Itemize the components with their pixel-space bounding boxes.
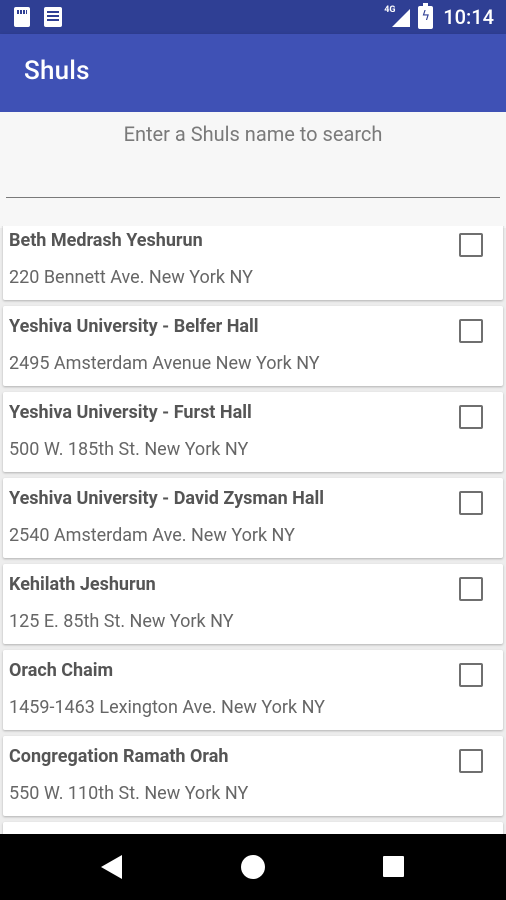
favorite-checkbox[interactable] — [459, 233, 483, 257]
favorite-checkbox[interactable] — [459, 577, 483, 601]
shul-address: 1459-1463 Lexington Ave. New York NY — [9, 697, 325, 718]
list-item[interactable]: Orach Chaim 1459-1463 Lexington Ave. New… — [3, 650, 503, 730]
shul-list[interactable]: Beth Medrash Yeshurun 220 Bennett Ave. N… — [0, 226, 506, 834]
favorite-checkbox[interactable] — [459, 749, 483, 773]
app-bar: Shuls — [0, 34, 506, 112]
shul-address: 2495 Amsterdam Avenue New York NY — [9, 353, 320, 374]
favorite-checkbox[interactable] — [459, 319, 483, 343]
battery-icon — [418, 2, 434, 29]
shul-address: 220 Bennett Ave. New York NY — [9, 267, 253, 288]
list-item[interactable]: Kehilath Jeshurun 125 E. 85th St. New Yo… — [3, 564, 503, 644]
shul-name: Yeshiva University - Furst Hall — [9, 402, 252, 423]
list-item[interactable]: Beth Medrash Yeshurun 220 Bennett Ave. N… — [3, 226, 503, 300]
page-title: Shuls — [24, 56, 90, 86]
shul-name: Orach Chaim — [9, 660, 114, 681]
list-item[interactable]: Yeshiva University - David Zysman Hall 2… — [3, 478, 503, 558]
shul-name: Congregation Ramath Orah — [9, 746, 229, 767]
list-item[interactable]: Yeshiva University - Belfer Hall 2495 Am… — [3, 306, 503, 386]
shul-name: Yeshiva University - David Zysman Hall — [9, 488, 325, 509]
status-clock: 10:14 — [443, 5, 494, 29]
search-area — [0, 112, 506, 228]
shul-address: 125 E. 85th St. New York NY — [9, 611, 234, 632]
home-icon[interactable] — [241, 855, 265, 879]
sd-card-icon — [14, 7, 30, 27]
favorite-checkbox[interactable] — [459, 663, 483, 687]
signal-icon: 4G — [384, 5, 411, 28]
recents-icon[interactable] — [383, 856, 404, 877]
news-icon — [44, 7, 62, 27]
status-bar: 4G 10:14 — [0, 0, 506, 34]
list-item[interactable]: Yeshiva University - Furst Hall 500 W. 1… — [3, 392, 503, 472]
back-icon[interactable] — [101, 855, 122, 879]
navigation-bar — [0, 834, 506, 900]
list-item[interactable]: Congregation Ramath Orah 550 W. 110th St… — [3, 736, 503, 816]
shul-name: Kehilath Jeshurun — [9, 574, 156, 595]
favorite-checkbox[interactable] — [459, 405, 483, 429]
shul-name: Yeshiva University - Belfer Hall — [9, 316, 259, 337]
shul-address: 550 W. 110th St. New York NY — [9, 783, 249, 804]
shul-address: 2540 Amsterdam Ave. New York NY — [9, 525, 295, 546]
list-item[interactable] — [3, 822, 503, 834]
shul-name: Beth Medrash Yeshurun — [9, 230, 203, 251]
shul-address: 500 W. 185th St. New York NY — [9, 439, 249, 460]
search-input[interactable] — [6, 112, 500, 198]
favorite-checkbox[interactable] — [459, 491, 483, 515]
